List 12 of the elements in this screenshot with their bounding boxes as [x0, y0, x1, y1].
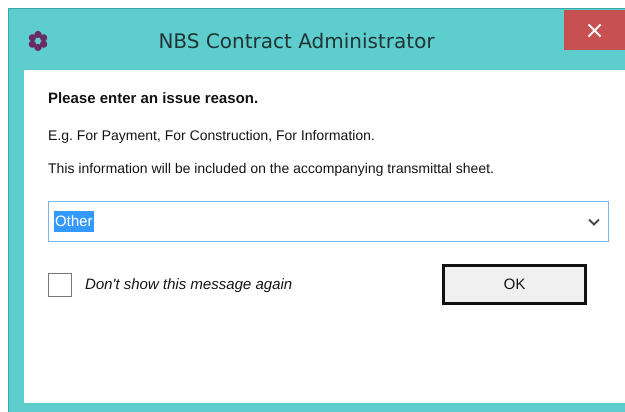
ok-button[interactable]: OK — [442, 264, 587, 305]
dropdown-caret-icon[interactable] — [588, 218, 600, 226]
example-text: E.g. For Payment, For Construction, For Information. — [48, 127, 376, 143]
checkbox-label: Don't show this message again — [85, 276, 292, 293]
dialog-heading: Please enter an issue reason. — [48, 90, 260, 107]
checkbox[interactable] — [48, 272, 72, 296]
flower-logo-icon — [27, 30, 49, 52]
combo-value: Other — [54, 211, 94, 232]
close-button[interactable]: × — [564, 10, 625, 50]
issue-reason-combo[interactable]: Other — [48, 201, 609, 242]
info-text: This information will be included on the accompanying transmittal sheet. — [48, 159, 495, 178]
window-title: NBS Contract Administrator — [157, 29, 436, 53]
